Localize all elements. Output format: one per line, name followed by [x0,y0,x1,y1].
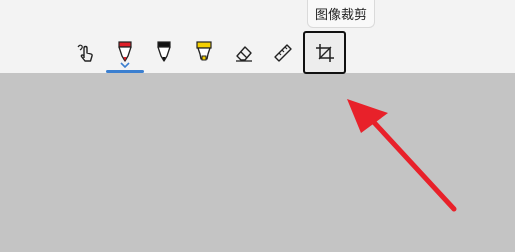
annotation-arrow [347,99,457,212]
